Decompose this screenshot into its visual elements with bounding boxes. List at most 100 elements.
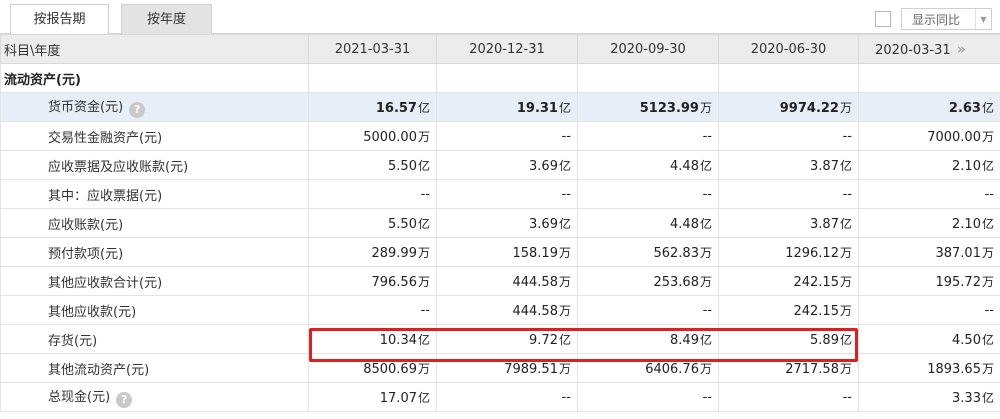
- column-header-date-last: 2020-03-31 »: [858, 34, 1000, 64]
- table-row: 存货(元) 10.34亿 9.72亿 8.49亿 5.89亿 4.50亿: [0, 324, 1000, 354]
- yoy-label: 显示同比: [912, 12, 961, 27]
- value: --: [842, 128, 852, 144]
- column-header-date: 2020-09-30: [577, 34, 719, 64]
- tab-by-year[interactable]: 按年度: [121, 4, 212, 34]
- value: --: [842, 389, 852, 405]
- value: --: [984, 302, 994, 318]
- value-unit: 万: [981, 129, 994, 144]
- value-cell: 4.48亿: [577, 150, 719, 180]
- value: 3.69: [529, 158, 558, 174]
- value-unit: 亿: [558, 100, 571, 115]
- value-cell: 5.89亿: [718, 324, 859, 354]
- row-label-cell: 货币资金(元)?: [0, 92, 309, 122]
- help-icon[interactable]: ?: [116, 392, 133, 408]
- row-label-cell: 存货(元): [0, 324, 309, 354]
- empty-cell: [858, 63, 1000, 93]
- value-cell: 5123.99万: [577, 92, 719, 122]
- value-cell: --: [436, 121, 578, 151]
- value: 1296.12: [785, 245, 839, 261]
- row-label: 应收账款(元): [48, 217, 124, 233]
- value-cell: --: [577, 179, 719, 209]
- section-row: 流动资产(元): [0, 63, 1000, 93]
- value: 5123.99: [639, 100, 699, 116]
- table-row: 总现金(元)? 17.07亿 -- -- -- 3.33亿: [0, 382, 1000, 412]
- row-label-cell: 其中：应收票据(元): [0, 179, 309, 209]
- value-cell: --: [436, 179, 578, 209]
- help-icon[interactable]: ?: [129, 102, 146, 118]
- value-unit: 亿: [981, 332, 994, 347]
- empty-cell: [436, 63, 578, 93]
- value-unit: 万: [981, 361, 994, 376]
- value-unit: 万: [417, 361, 430, 376]
- value-cell: 2.63亿: [858, 92, 1000, 122]
- value-cell: 289.99万: [308, 237, 437, 267]
- value-cell: --: [858, 179, 1000, 209]
- value-cell: 3.87亿: [718, 150, 859, 180]
- row-label: 应收票据及应收账款(元): [48, 159, 189, 175]
- row-label-cell: 交易性金融资产(元): [0, 121, 309, 151]
- value: 16.57: [375, 100, 417, 116]
- value: 4.50: [952, 332, 981, 348]
- value: 8500.69: [363, 361, 417, 377]
- value: 10.34: [379, 332, 417, 348]
- value: 9.72: [529, 332, 558, 348]
- value: --: [702, 128, 712, 144]
- row-label: 货币资金(元): [48, 100, 124, 115]
- table-row: 其他应收款合计(元) 796.56万 444.58万 253.68万 242.15万 19…: [0, 266, 1000, 296]
- value-unit: 亿: [558, 216, 571, 231]
- row-label: 其他应收款合计(元): [48, 275, 163, 291]
- value: --: [702, 302, 712, 318]
- value: 7000.00: [927, 129, 981, 145]
- table-row: 其他应收款(元) -- 444.58万 -- 242.15万 --: [0, 295, 1000, 325]
- value-cell: 2717.58万: [718, 353, 859, 383]
- row-label: 存货(元): [48, 333, 98, 349]
- row-label-cell: 预付款项(元): [0, 237, 309, 267]
- value-cell: 2.10亿: [858, 208, 1000, 238]
- value: --: [702, 389, 712, 405]
- value-cell: --: [436, 382, 578, 412]
- row-label-cell: 总现金(元)?: [0, 382, 309, 412]
- row-label: 交易性金融资产(元): [48, 130, 163, 146]
- value-cell: 1893.65万: [858, 353, 1000, 383]
- row-label: 预付款项(元): [48, 246, 124, 262]
- value-cell: --: [577, 121, 719, 151]
- value-unit: 万: [699, 100, 712, 115]
- value: 158.19: [512, 245, 558, 261]
- tab-by-report-period[interactable]: 按报告期: [10, 4, 109, 34]
- empty-cell: [577, 63, 719, 93]
- row-label-cell: 其他流动资产(元): [0, 353, 309, 383]
- value-cell: 5.50亿: [308, 208, 437, 238]
- value-cell: 7000.00万: [858, 121, 1000, 151]
- value-cell: 4.50亿: [858, 324, 1000, 354]
- value-unit: 亿: [839, 158, 852, 173]
- value-cell: 8500.69万: [308, 353, 437, 383]
- double-chevron-right-icon[interactable]: »: [957, 40, 966, 58]
- column-header-date: 2020-03-31: [875, 43, 951, 58]
- value: 796.56: [371, 274, 417, 290]
- value-cell: 158.19万: [436, 237, 578, 267]
- value-unit: 万: [839, 245, 852, 260]
- value-cell: 7989.51万: [436, 353, 578, 383]
- value: 444.58: [512, 274, 558, 290]
- value-cell: 562.83万: [577, 237, 719, 267]
- value-unit: 亿: [417, 158, 430, 173]
- value: 562.83: [653, 245, 699, 261]
- value-cell: 3.33亿: [858, 382, 1000, 412]
- value-cell: --: [577, 295, 719, 325]
- value: 195.72: [935, 274, 981, 290]
- value-cell: 6406.76万: [577, 353, 719, 383]
- yoy-checkbox[interactable]: [875, 11, 891, 27]
- value: 4.48: [670, 216, 699, 232]
- value-unit: 亿: [417, 390, 430, 405]
- value-cell: 242.15万: [718, 295, 859, 325]
- value: 289.99: [371, 245, 417, 261]
- value-unit: 万: [839, 303, 852, 318]
- yoy-select[interactable]: 显示同比 ▼: [901, 8, 992, 30]
- column-header-date: 2020-06-30: [718, 34, 859, 64]
- row-label-cell: 其他应收款(元): [0, 295, 309, 325]
- value-cell: 796.56万: [308, 266, 437, 296]
- value-cell: 16.57亿: [308, 92, 437, 122]
- value-unit: 万: [839, 274, 852, 289]
- value-cell: 3.69亿: [436, 150, 578, 180]
- value-unit: 亿: [839, 332, 852, 347]
